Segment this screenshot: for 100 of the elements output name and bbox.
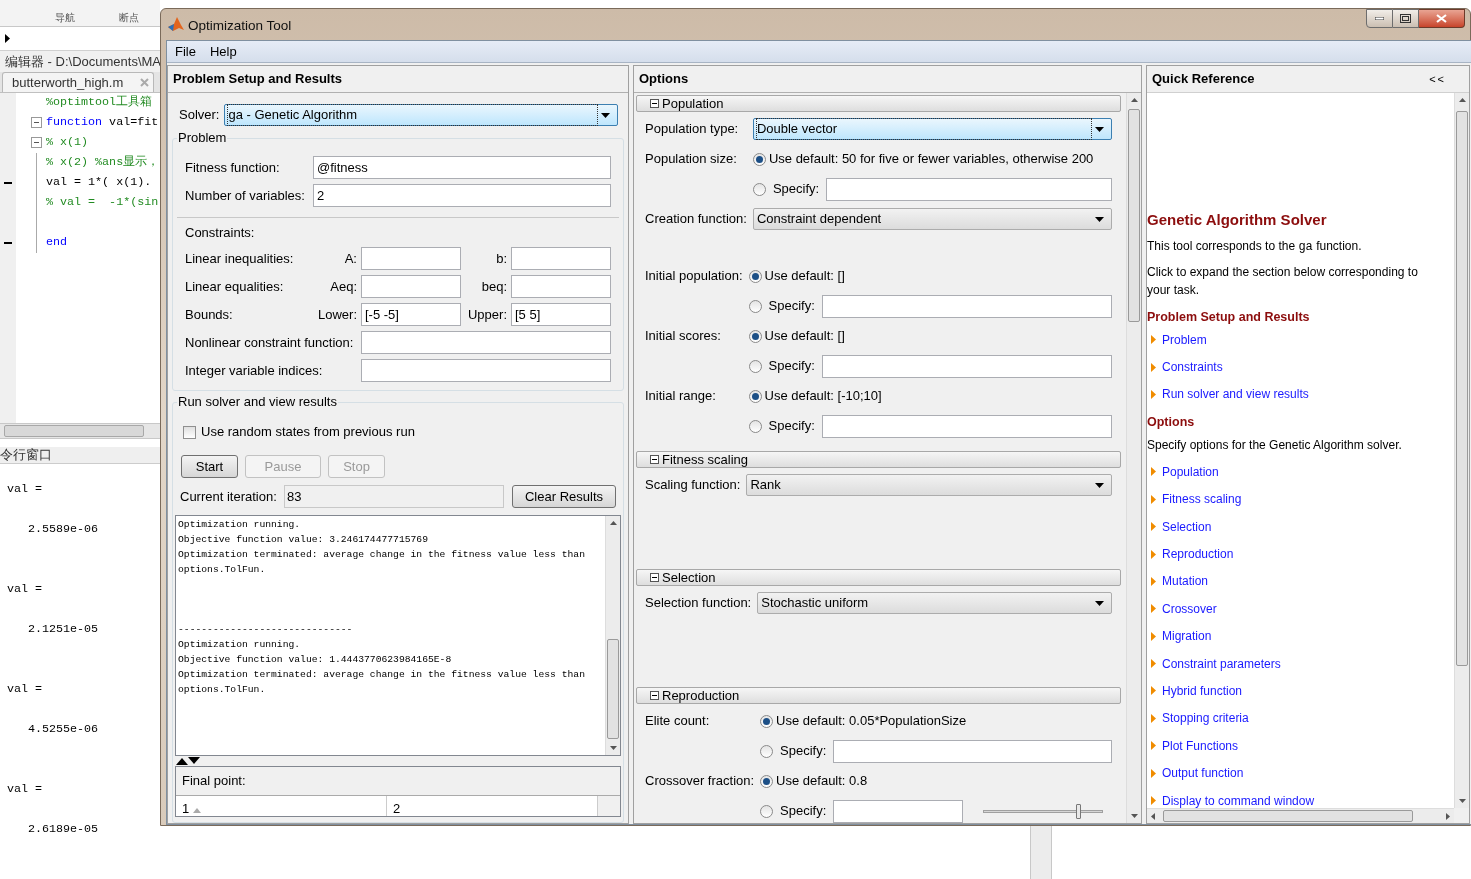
slider[interactable] [983,803,1104,819]
scrollbar-thumb[interactable] [1456,111,1468,666]
section-header[interactable]: Population [636,95,1121,112]
checkbox-label[interactable]: Use random states from previous run [201,422,415,442]
radio-label[interactable]: Specify: [768,296,822,316]
input-field[interactable] [821,294,1112,318]
scroll-down-icon[interactable] [1130,814,1138,818]
scroll-right-icon[interactable] [1446,812,1450,820]
scrollbar[interactable] [605,516,620,755]
radio-label[interactable]: Specify: [768,356,822,376]
scrollbar[interactable] [1147,808,1454,823]
radio-button[interactable] [760,744,774,758]
expand-arrow-icon[interactable] [5,33,10,43]
scrollbar[interactable] [0,423,160,439]
radio-label[interactable]: Specify: [780,801,834,821]
scroll-up-icon[interactable] [1458,98,1466,102]
input-field[interactable] [821,414,1112,438]
link[interactable]: Reproduction [1162,545,1234,564]
dropdown[interactable]: Stochastic uniform [757,592,1112,614]
menu-item[interactable]: Help [208,41,238,62]
radio-button[interactable] [748,329,762,343]
radio-label[interactable]: Use default: [-10;10] [764,386,882,406]
radio-button[interactable] [748,359,762,373]
fold-icon[interactable] [31,117,42,129]
close-icon[interactable] [140,77,149,87]
slider-thumb[interactable] [1076,803,1082,819]
radio-label[interactable]: Specify: [768,416,822,436]
scroll-left-icon[interactable] [1151,812,1155,820]
dropdown[interactable]: Double vector [752,118,1112,140]
link[interactable]: Mutation [1162,572,1209,591]
close-button[interactable] [1419,9,1465,28]
radio-label[interactable]: Use default: 0.8 [776,771,868,791]
button[interactable]: Start [181,455,238,478]
input-field[interactable] [825,177,1112,201]
collapse-button[interactable]: << [1429,70,1446,88]
scrollbar-thumb[interactable] [1128,109,1140,322]
radio-button[interactable] [760,804,774,818]
link[interactable]: Run solver and view results [1162,385,1309,404]
link[interactable]: Selection [1162,517,1212,536]
scroll-up-icon[interactable] [609,521,617,525]
radio-label[interactable]: Use default: 0.05*PopulationSize [776,711,967,731]
link[interactable]: Problem [1162,330,1207,349]
input-field[interactable]: [5 5] [511,303,611,326]
menu-item[interactable]: File [174,41,197,62]
input-field[interactable]: @fitness [313,156,611,179]
radio-label[interactable]: Specify: [780,741,834,761]
radio-button[interactable] [748,269,762,283]
link[interactable]: Constraint parameters [1162,654,1281,673]
scroll-down-icon[interactable] [1458,799,1466,803]
scroll-down-icon[interactable] [609,746,617,750]
input-field[interactable] [821,354,1112,378]
link[interactable]: Crossover [1162,599,1217,618]
splitter-arrows-icon[interactable] [176,757,201,765]
radio-button[interactable] [748,419,762,433]
link[interactable]: Display to command window [1162,791,1315,808]
input-field[interactable] [833,739,1112,763]
link[interactable]: Population [1162,462,1219,481]
input-field[interactable] [511,275,611,298]
input-field[interactable] [361,275,461,298]
link[interactable]: Migration [1162,627,1212,646]
link[interactable]: Stopping criteria [1162,709,1249,728]
radio-button[interactable] [752,182,766,196]
scrollbar-thumb[interactable] [4,425,144,437]
maximize-button[interactable] [1393,9,1419,28]
table-header-cell[interactable]: 2 [387,796,598,816]
input-field[interactable] [361,331,611,354]
scrollbar-thumb[interactable] [1163,810,1413,822]
checkbox[interactable] [183,425,196,439]
table-header-cell[interactable]: 1 [176,796,387,816]
link[interactable]: Output function [1162,764,1244,783]
scroll-up-icon[interactable] [1130,98,1138,102]
section-header[interactable]: Fitness scaling [636,451,1121,468]
input-field[interactable]: [-5 -5] [361,303,461,326]
scrollbar[interactable] [1454,93,1469,808]
radio-button[interactable] [748,389,762,403]
radio-label[interactable]: Use default: 50 for five or fewer variables, otherwise 200 [768,149,1094,169]
radio-label[interactable]: Specify: [772,179,826,199]
editor-tab[interactable]: butterworth_high.m [2,71,154,92]
radio-button[interactable] [752,152,766,166]
radio-button[interactable] [748,299,762,313]
minimize-button[interactable] [1366,9,1393,28]
link[interactable]: Plot Functions [1162,736,1239,755]
input-field[interactable] [361,359,611,382]
button[interactable]: Clear Results [512,485,616,508]
dropdown[interactable]: Rank [746,474,1112,496]
radio-button[interactable] [760,774,774,788]
fold-icon[interactable] [31,137,42,149]
input-field[interactable] [833,799,964,823]
input-field[interactable] [361,247,461,270]
dropdown[interactable]: ga - Genetic Algorithm [224,104,619,126]
radio-label[interactable]: Use default: [] [764,326,845,346]
link[interactable]: Fitness scaling [1162,490,1242,509]
section-header[interactable]: Selection [636,569,1121,586]
scrollbar[interactable] [1030,826,1052,879]
link[interactable]: Constraints [1162,358,1223,377]
radio-label[interactable]: Use default: [] [764,266,845,286]
scrollbar[interactable] [1126,93,1141,823]
section-header[interactable]: Reproduction [636,687,1121,704]
radio-button[interactable] [760,714,774,728]
input-field[interactable]: 2 [313,184,611,207]
